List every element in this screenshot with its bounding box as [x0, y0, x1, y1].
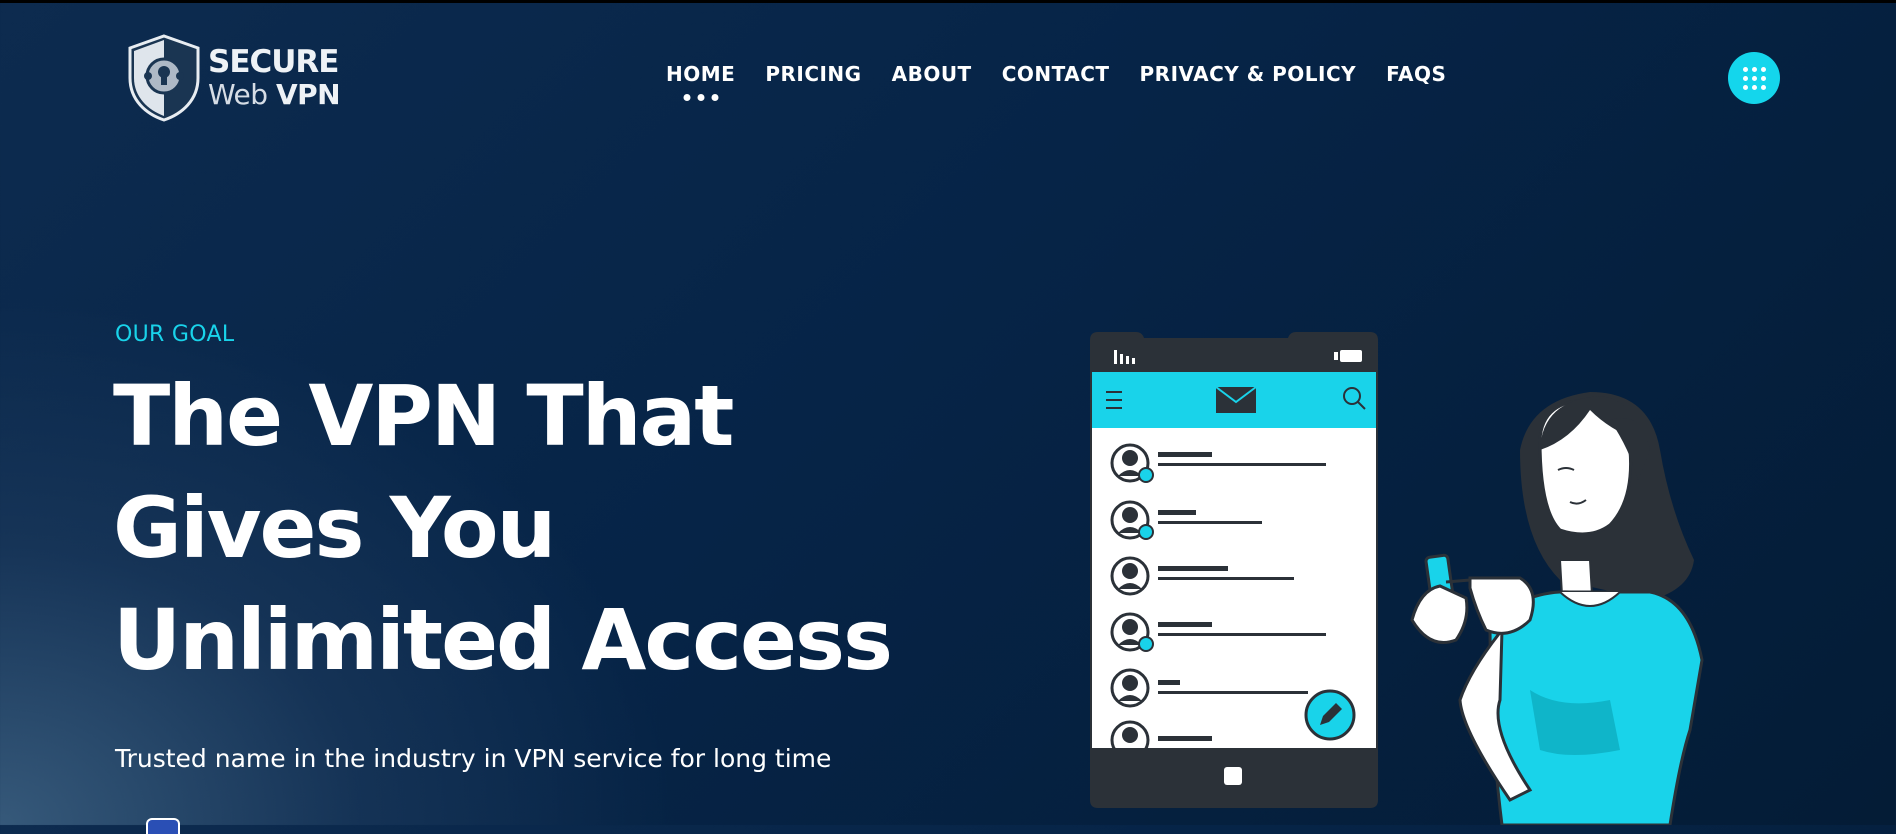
- hero-subtitle: Trusted name in the industry in VPN serv…: [115, 744, 832, 773]
- hero-eyebrow: OUR GOAL: [115, 322, 235, 347]
- brand-vpn-text: VPN: [275, 78, 341, 111]
- edit-pencil-icon: [1304, 689, 1356, 741]
- shield-lock-icon: [128, 34, 200, 122]
- menu-toggle-button[interactable]: [1728, 52, 1780, 104]
- brand-name-line1: SECURE: [208, 44, 339, 80]
- brand-web-text: Web: [208, 78, 268, 111]
- headline-line-3: Unlimited Access: [113, 591, 893, 689]
- nav-item-label: FAQS: [1386, 62, 1447, 86]
- active-indicator-dots: [683, 94, 719, 101]
- nav-item-contact[interactable]: CONTACT: [1002, 62, 1110, 86]
- phone-mockup: [1090, 332, 1378, 808]
- nav-item-label: PRICING: [765, 62, 862, 86]
- nav-item-home[interactable]: HOME: [666, 62, 736, 101]
- headline-line-2: Gives You: [113, 479, 556, 577]
- envelope-icon: [1215, 386, 1257, 413]
- nav-item-privacy-policy[interactable]: PRIVACY & POLICY: [1140, 62, 1357, 86]
- main-nav: HOME PRICING ABOUT CONTACT PRIVACY & POL…: [666, 62, 1476, 101]
- headline-line-1: The VPN That: [113, 367, 734, 465]
- top-border: [0, 0, 1896, 3]
- brand-name-line2: Web VPN: [208, 78, 341, 111]
- hero-headline: The VPN That Gives You Unlimited Access: [113, 360, 933, 696]
- nav-item-label: ABOUT: [891, 62, 972, 86]
- partial-badge-icon: [146, 818, 180, 834]
- grid-dots-icon: [1742, 66, 1766, 90]
- hero-illustration: [1090, 332, 1704, 825]
- brand-logo[interactable]: SECURE Web VPN: [126, 34, 356, 122]
- nav-item-label: HOME: [666, 62, 736, 86]
- nav-item-label: PRIVACY & POLICY: [1139, 62, 1357, 86]
- nav-item-about[interactable]: ABOUT: [892, 62, 972, 86]
- nav-item-label: CONTACT: [1001, 62, 1110, 86]
- nav-item-pricing[interactable]: PRICING: [765, 62, 861, 86]
- woman-figure: [1410, 392, 1704, 825]
- nav-item-faqs[interactable]: FAQS: [1386, 62, 1446, 86]
- home-button-icon: [1224, 767, 1242, 785]
